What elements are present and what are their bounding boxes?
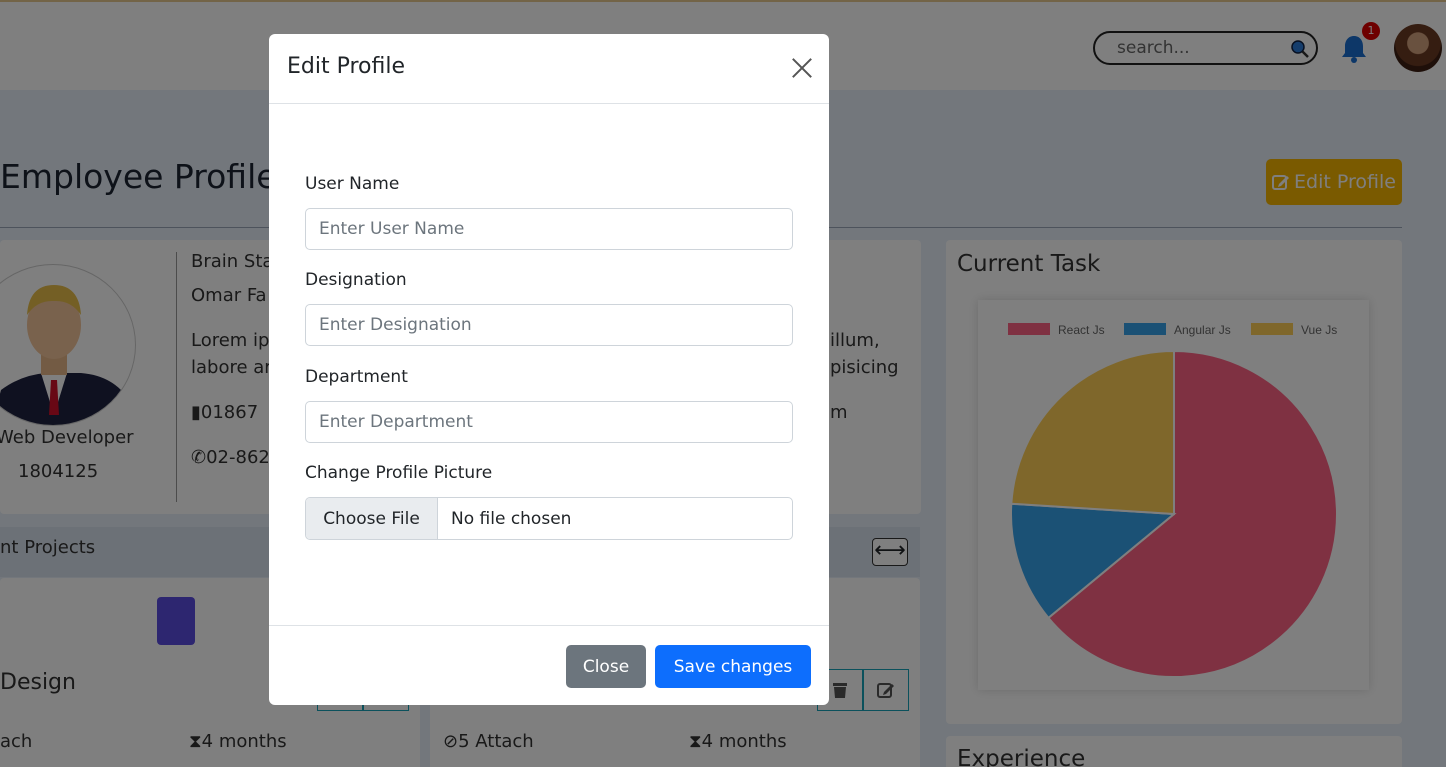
department-input[interactable]	[305, 401, 793, 443]
designation-label: Designation	[305, 270, 407, 290]
modal-header: Edit Profile	[269, 34, 829, 104]
modal-footer: Close Save changes	[269, 625, 829, 705]
file-name-text: No file chosen	[451, 508, 572, 529]
department-label: Department	[305, 367, 408, 387]
modal-title: Edit Profile	[287, 54, 406, 79]
save-changes-button[interactable]: Save changes	[655, 645, 811, 688]
edit-profile-modal: Edit Profile User Name Designation Depar…	[269, 34, 829, 705]
profile-picture-input[interactable]: Choose File No file chosen	[305, 497, 793, 540]
designation-input[interactable]	[305, 304, 793, 346]
username-label: User Name	[305, 174, 400, 194]
username-input[interactable]	[305, 208, 793, 250]
profile-picture-label: Change Profile Picture	[305, 463, 493, 483]
close-icon[interactable]	[789, 55, 815, 81]
close-button[interactable]: Close	[566, 645, 646, 688]
choose-file-button[interactable]: Choose File	[306, 498, 438, 539]
